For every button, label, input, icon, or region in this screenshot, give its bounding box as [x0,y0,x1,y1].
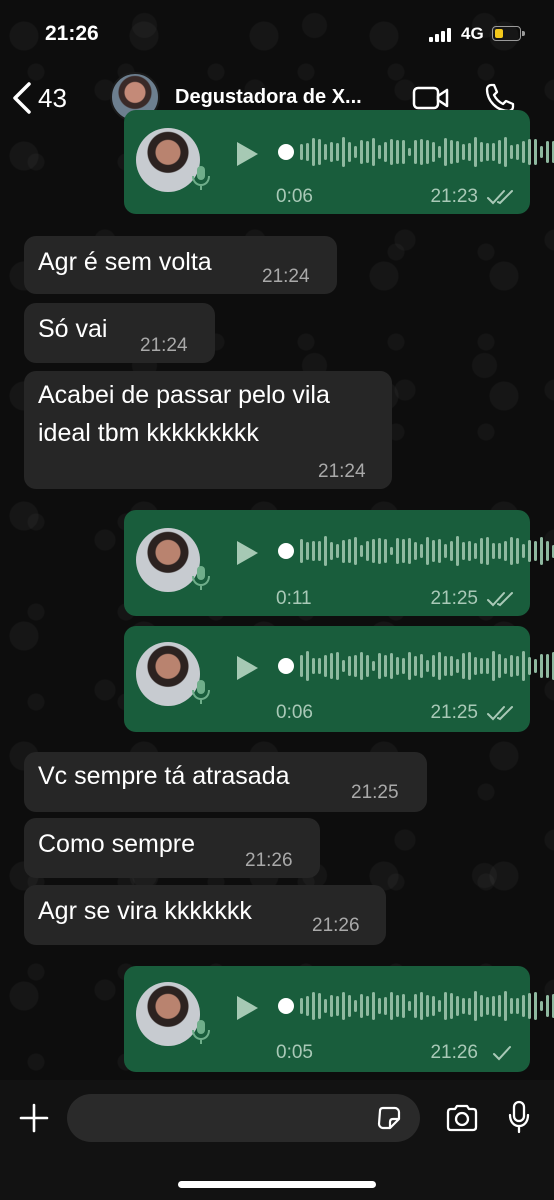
incoming-message[interactable]: Acabei de passar pelo vila ideal tbm kkk… [24,371,392,489]
audio-waveform[interactable] [300,648,554,684]
battery-icon [492,26,525,41]
voice-message[interactable]: 0:11 21:25 [124,510,554,616]
status-bar: 21:26 4G [0,0,554,70]
message-time: 21:24 [140,335,188,356]
mic-icon [192,1020,210,1044]
audio-waveform[interactable] [300,533,554,569]
video-call-icon [412,86,449,110]
voice-duration: 0:06 [276,702,313,723]
play-icon[interactable] [234,994,260,1022]
message-time: 21:24 [318,461,366,482]
unread-count: 43 [38,82,67,113]
back-chevron-icon [13,82,31,114]
mic-icon [192,680,210,704]
voice-message[interactable]: 0:06 21:25 [124,626,554,732]
play-icon[interactable] [234,140,260,168]
message-text: Vc sempre tá atrasada [38,762,290,790]
playback-position[interactable] [278,543,294,559]
network-type: 4G [461,24,484,43]
message-text: Agr se vira kkkkkkk [38,897,252,925]
message-text: Como sempre [38,830,195,858]
message-text: Agr é sem volta [38,248,212,276]
read-ticks-icon [487,592,513,607]
message-time: 21:25 [430,702,478,723]
message-text: Só vai [38,315,108,343]
playback-position[interactable] [278,144,294,160]
message-input[interactable] [67,1094,420,1142]
audio-waveform[interactable] [300,134,554,170]
incoming-message[interactable]: Só vai 21:24 [24,303,215,363]
playback-position[interactable] [278,998,294,1014]
home-indicator [178,1181,376,1188]
message-time: 21:24 [262,266,310,287]
message-time: 21:26 [312,915,360,936]
plus-icon[interactable] [18,1102,50,1134]
mic-record-icon[interactable] [507,1100,531,1134]
audio-waveform[interactable] [300,988,554,1024]
message-time: 21:25 [351,782,399,803]
playback-position[interactable] [278,658,294,674]
camera-icon[interactable] [445,1104,479,1132]
composer-bar [0,1080,554,1200]
read-ticks-icon [487,706,513,721]
voice-duration: 0:05 [276,1042,313,1063]
play-icon[interactable] [234,654,260,682]
mic-icon [192,566,210,590]
voice-duration: 0:06 [276,186,313,207]
message-time: 21:26 [430,1042,478,1063]
message-time: 21:23 [430,186,478,207]
mic-icon [192,166,210,190]
incoming-message[interactable]: Agr se vira kkkkkkk 21:26 [24,885,386,945]
message-time: 21:25 [430,588,478,609]
incoming-message[interactable]: Como sempre 21:26 [24,818,320,878]
voice-message[interactable]: 0:06 21:23 [124,110,554,214]
signal-icon [429,28,451,42]
contact-name[interactable]: Degustadora de X... [175,86,362,109]
play-icon[interactable] [234,539,260,567]
delivered-tick-icon [493,1046,511,1061]
read-ticks-icon [487,190,513,205]
message-time: 21:26 [245,850,293,871]
voice-message[interactable]: 0:05 21:26 [124,966,554,1072]
message-text-line2: ideal tbm kkkkkkkkk [38,419,259,447]
voice-duration: 0:11 [276,588,312,609]
status-time: 21:26 [45,22,99,45]
incoming-message[interactable]: Agr é sem volta 21:24 [24,236,337,294]
sticker-icon[interactable] [376,1105,402,1131]
message-text-line1: Acabei de passar pelo vila [38,381,330,409]
incoming-message[interactable]: Vc sempre tá atrasada 21:25 [24,752,427,812]
back-button[interactable]: 43 [10,76,90,120]
